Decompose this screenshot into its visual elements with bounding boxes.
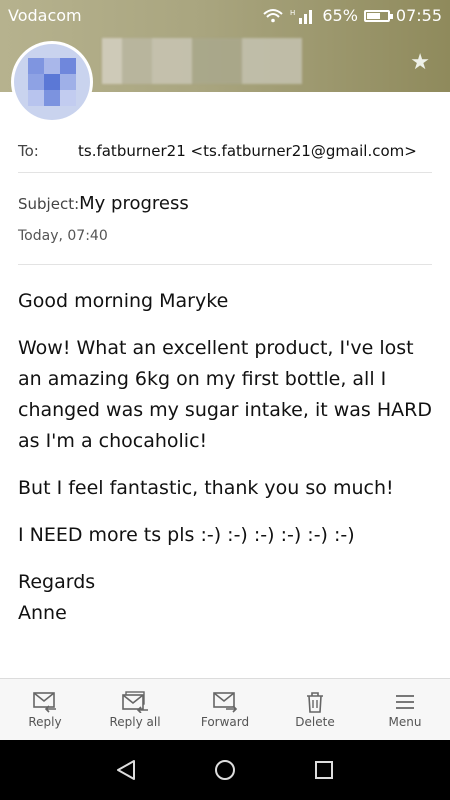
signal-icon: H (290, 9, 313, 24)
reply-icon (33, 692, 56, 713)
email-body: Good morning Maryke Wow! What an excelle… (18, 286, 432, 629)
divider (18, 172, 432, 173)
body-paragraph: But I feel fantastic, thank you so much! (18, 477, 394, 499)
battery-percent: 65% (322, 6, 358, 25)
avatar[interactable] (14, 44, 90, 120)
reply-button[interactable]: Reply (8, 691, 83, 729)
home-icon[interactable] (213, 758, 237, 782)
status-bar: Vodacom H 65% 07:55 (0, 0, 450, 32)
battery-icon (363, 9, 393, 22)
back-icon[interactable] (114, 758, 138, 782)
to-label: To: (18, 142, 39, 160)
network-type: H (290, 9, 295, 17)
recents-icon[interactable] (312, 758, 336, 782)
reply-all-button[interactable]: Reply all (98, 691, 173, 729)
delete-icon (307, 692, 323, 713)
delete-label: Delete (295, 715, 335, 729)
subject-line: Subject:My progress (18, 193, 189, 214)
star-icon[interactable]: ★ (410, 50, 430, 75)
menu-label: Menu (388, 715, 422, 729)
greeting: Good morning Maryke (18, 290, 229, 312)
forward-label: Forward (200, 715, 250, 729)
closing: Regards (18, 571, 96, 593)
navigation-bar (0, 740, 450, 800)
signature: Anne (18, 602, 67, 624)
reply-all-label: Reply all (109, 715, 161, 729)
carrier-label: Vodacom (8, 6, 82, 25)
subject-label: Subject: (18, 195, 80, 213)
forward-button[interactable]: Forward (188, 691, 263, 729)
sender-name-redacted (102, 38, 302, 84)
email-date: Today, 07:40 (18, 228, 108, 244)
delete-button[interactable]: Delete (278, 691, 353, 729)
forward-icon (213, 692, 238, 713)
divider (18, 264, 432, 265)
body-paragraph: Wow! What an excellent product, I've los… (18, 337, 432, 452)
menu-icon (396, 695, 414, 709)
reply-all-icon (122, 691, 148, 713)
recipient[interactable]: ts.fatburner21 <ts.fatburner21@gmail.com… (78, 142, 417, 160)
menu-button[interactable]: Menu (368, 691, 443, 729)
to-row: To: ts.fatburner21 <ts.fatburner21@gmail… (18, 132, 432, 170)
wifi-icon (263, 8, 283, 22)
body-paragraph: I NEED more ts pls :-) :-) :-) :-) :-) :… (18, 524, 355, 546)
subject-value: My progress (79, 193, 189, 214)
reply-label: Reply (28, 715, 62, 729)
status-indicators: H 65% 07:55 (262, 6, 442, 25)
clock: 07:55 (395, 6, 442, 25)
action-bar: Reply Reply all Forward Delete Menu (0, 678, 450, 741)
